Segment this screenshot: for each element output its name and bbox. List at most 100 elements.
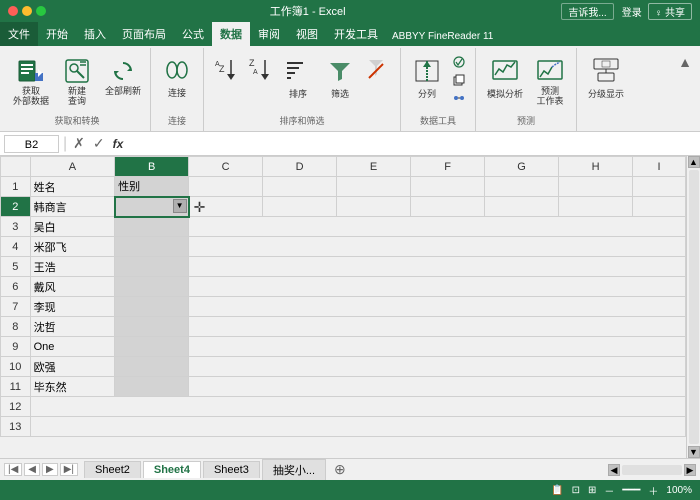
cell-A1[interactable]: 姓名 — [30, 177, 115, 197]
col-header-I[interactable]: I — [633, 157, 686, 177]
sort-button[interactable]: 排序 — [278, 52, 318, 103]
row-header-5[interactable]: 5 — [1, 257, 31, 277]
refresh-all-button[interactable]: 全部刷新 — [100, 52, 146, 100]
sheet-tab-nav-last[interactable]: ▶| — [60, 463, 78, 476]
simulate-button[interactable]: 模拟分析 — [482, 52, 528, 103]
row-header-9[interactable]: 9 — [1, 337, 31, 357]
col-header-H[interactable]: H — [559, 157, 633, 177]
cell-C2[interactable]: ✛ — [189, 197, 263, 217]
row-header-11[interactable]: 11 — [1, 377, 31, 397]
cell-B5[interactable] — [115, 257, 189, 277]
cell-B7[interactable] — [115, 297, 189, 317]
sheet-tab-Sheet2[interactable]: Sheet2 — [84, 461, 141, 478]
tab-file[interactable]: 文件 — [0, 22, 38, 46]
add-sheet-button[interactable]: ⊕ — [328, 459, 352, 480]
cell-C1[interactable] — [189, 177, 263, 197]
vertical-scrollbar[interactable]: ▲ ▼ — [686, 156, 700, 458]
cell-G1[interactable] — [485, 177, 559, 197]
sort-descending-button[interactable]: ZA — [244, 52, 276, 88]
remove-duplicate-button[interactable] — [449, 72, 469, 88]
confirm-formula-icon[interactable]: ✓ — [91, 135, 107, 152]
cell-C3[interactable] — [189, 217, 686, 237]
zoom-in-button[interactable]: ＋ — [648, 483, 658, 498]
predict-sheet-button[interactable]: 预测工作表 — [530, 52, 570, 110]
group-display-button[interactable]: 分级显示 — [583, 52, 629, 103]
cell-A10[interactable]: 欧强 — [30, 357, 115, 377]
filter-button[interactable]: 筛选 — [320, 52, 360, 103]
cell-B8[interactable] — [115, 317, 189, 337]
help-text[interactable]: 吉诉我... — [561, 3, 613, 20]
col-header-A[interactable]: A — [30, 157, 115, 177]
cell-B6[interactable] — [115, 277, 189, 297]
row-header-1[interactable]: 1 — [1, 177, 31, 197]
row-header-7[interactable]: 7 — [1, 297, 31, 317]
connection-button[interactable]: 连接 — [157, 52, 197, 101]
zoom-slider[interactable]: ━━━ — [622, 485, 640, 496]
row-header-6[interactable]: 6 — [1, 277, 31, 297]
col-header-F[interactable]: F — [411, 157, 485, 177]
cell-B10[interactable] — [115, 357, 189, 377]
cell-H2[interactable] — [559, 197, 633, 217]
clear-filter-button[interactable] — [362, 52, 394, 88]
name-box[interactable]: B2 — [4, 135, 59, 153]
split-column-button[interactable]: 分列 — [407, 52, 447, 103]
cell-A3[interactable]: 吴白 — [30, 217, 115, 237]
cell-F2[interactable] — [411, 197, 485, 217]
col-header-D[interactable]: D — [263, 157, 337, 177]
sort-ascending-button[interactable]: AZ — [210, 52, 242, 88]
cancel-formula-icon[interactable]: ✗ — [71, 135, 87, 152]
cell-F1[interactable] — [411, 177, 485, 197]
dropdown-arrow-B2[interactable]: ▼ — [173, 199, 187, 213]
cell-G2[interactable] — [485, 197, 559, 217]
col-header-G[interactable]: G — [485, 157, 559, 177]
tab-view[interactable]: 视图 — [288, 22, 326, 46]
login-button[interactable]: 登录 — [622, 4, 642, 19]
cell-I2[interactable] — [633, 197, 686, 217]
cell-A2[interactable]: 韩商言 — [30, 197, 115, 217]
data-validation-button[interactable] — [449, 54, 469, 70]
cell-B4[interactable] — [115, 237, 189, 257]
new-query-button[interactable]: 新建查询 — [56, 52, 98, 110]
relationship-button[interactable] — [449, 90, 469, 106]
share-button[interactable]: ♀ 共享 — [648, 3, 692, 20]
sheet-tab-nav-first[interactable]: |◀ — [4, 463, 22, 476]
tab-insert[interactable]: 插入 — [76, 22, 114, 46]
cell-A9[interactable]: One — [30, 337, 115, 357]
cell-A5[interactable]: 王浩 — [30, 257, 115, 277]
sheet-tab-nav-prev[interactable]: ◀ — [24, 463, 40, 476]
cell-B2[interactable]: ▼ — [115, 197, 189, 217]
sheet-tab-nav-next[interactable]: ▶ — [42, 463, 58, 476]
tab-layout[interactable]: 页面布局 — [114, 22, 174, 46]
cell-A7[interactable]: 李现 — [30, 297, 115, 317]
cell-A8[interactable]: 沈哲 — [30, 317, 115, 337]
sheet-tab-Sheet3[interactable]: Sheet3 — [203, 461, 260, 478]
cell-B1[interactable]: 性别 — [115, 177, 189, 197]
zoom-out-button[interactable]: － — [604, 483, 614, 498]
col-header-C[interactable]: C — [189, 157, 263, 177]
sheet-tab-lottery[interactable]: 抽奖小... — [262, 459, 326, 480]
cell-E2[interactable] — [337, 197, 411, 217]
tab-data[interactable]: 数据 — [212, 22, 250, 46]
cell-A11[interactable]: 毕东然 — [30, 377, 115, 397]
tab-formula[interactable]: 公式 — [174, 22, 212, 46]
row-header-10[interactable]: 10 — [1, 357, 31, 377]
tab-dev[interactable]: 开发工具 — [326, 22, 386, 46]
cell-A4[interactable]: 米邵飞 — [30, 237, 115, 257]
view-normal-button[interactable]: 📋 — [551, 485, 563, 496]
cell-D1[interactable] — [263, 177, 337, 197]
view-layout-button[interactable]: ⊡ — [572, 485, 580, 496]
insert-function-icon[interactable]: fx — [111, 137, 126, 151]
cell-B3[interactable] — [115, 217, 189, 237]
cell-D2[interactable] — [263, 197, 337, 217]
cell-B11[interactable] — [115, 377, 189, 397]
row-header-3[interactable]: 3 — [1, 217, 31, 237]
row-header-8[interactable]: 8 — [1, 317, 31, 337]
row-header-4[interactable]: 4 — [1, 237, 31, 257]
cell-B9[interactable] — [115, 337, 189, 357]
horizontal-scrollbar[interactable]: ◀ ▶ — [608, 464, 696, 476]
tab-abbyy[interactable]: ABBYY FineReader 11 — [386, 27, 499, 46]
sheet-tab-Sheet4[interactable]: Sheet4 — [143, 461, 201, 478]
cell-E1[interactable] — [337, 177, 411, 197]
col-header-B[interactable]: B — [115, 157, 189, 177]
tab-home[interactable]: 开始 — [38, 22, 76, 46]
